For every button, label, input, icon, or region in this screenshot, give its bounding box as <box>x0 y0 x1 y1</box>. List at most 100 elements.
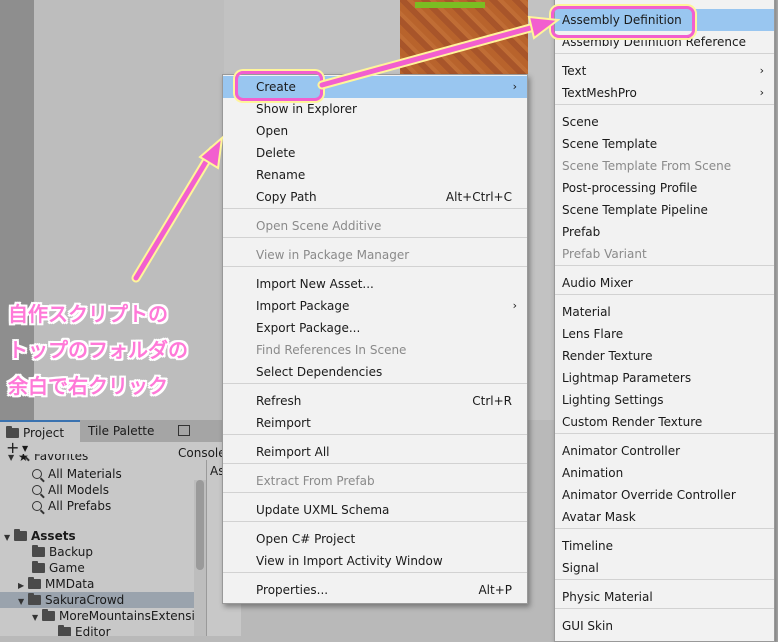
submenu-item-prefab-variant: Prefab Variant <box>555 243 774 265</box>
submenu-item-textmeshpro[interactable]: TextMeshPro › <box>555 82 774 104</box>
tab-tile-palette[interactable]: Tile Palette <box>82 420 172 442</box>
menu-item-open[interactable]: Open <box>223 120 527 142</box>
tree-scrollbar[interactable] <box>194 480 206 636</box>
menu-item-label: Render Texture <box>562 349 653 363</box>
favorite-item[interactable]: All Prefabs <box>32 498 111 514</box>
submenu-item-animator-controller[interactable]: Animator Controller <box>555 440 774 462</box>
menu-item-label: Custom Render Texture <box>562 415 703 429</box>
chevron-right-icon: › <box>759 64 764 77</box>
favorites-label: Favorites <box>34 454 89 463</box>
submenu-item-avatar-mask[interactable]: Avatar Mask <box>555 506 774 528</box>
submenu-item-custom-render-texture[interactable]: Custom Render Texture <box>555 411 774 433</box>
folder-row[interactable]: Game <box>32 560 85 576</box>
create-submenu: Assembly Definition Assembly Definition R… <box>554 0 775 642</box>
chevron-down-icon[interactable]: ▼ <box>4 530 14 546</box>
folder-row[interactable]: ▼ MoreMountainsExtensi <box>32 608 194 624</box>
folder-label: Editor <box>75 625 111 636</box>
menu-separator <box>223 383 527 384</box>
menu-item-import-new-asset[interactable]: Import New Asset... <box>223 273 527 295</box>
menu-item-label: Reimport <box>256 416 311 430</box>
console-icon <box>178 425 190 436</box>
menu-item-export-package[interactable]: Export Package... <box>223 317 527 339</box>
submenu-item-lightmap-parameters[interactable]: Lightmap Parameters <box>555 367 774 389</box>
favorites-row[interactable]: ▼ ★ Favorites <box>8 454 88 464</box>
menu-item-select-dependencies[interactable]: Select Dependencies <box>223 361 527 383</box>
folder-label: MoreMountainsExtensi <box>59 609 194 623</box>
folder-icon <box>58 625 71 636</box>
chevron-down-icon[interactable]: ▼ <box>22 444 28 453</box>
submenu-item-text[interactable]: Text › <box>555 60 774 82</box>
menu-separator <box>555 579 774 580</box>
submenu-item-scene-template-pipeline[interactable]: Scene Template Pipeline <box>555 199 774 221</box>
menu-item-view-in-import-activity-window[interactable]: View in Import Activity Window <box>223 550 527 572</box>
scene-health-bar <box>415 2 485 8</box>
tab-tile-palette-label: Tile Palette <box>88 424 155 438</box>
submenu-item-lens-flare[interactable]: Lens Flare <box>555 323 774 345</box>
menu-separator <box>223 237 527 238</box>
submenu-item-audio-mixer[interactable]: Audio Mixer <box>555 272 774 294</box>
menu-item-reimport[interactable]: Reimport <box>223 412 527 434</box>
menu-item-shortcut: Alt+Ctrl+C <box>445 190 512 204</box>
menu-item-properties[interactable]: Properties... Alt+P <box>223 579 527 601</box>
assembly-definition-highlight-box <box>551 6 695 38</box>
menu-item-label: Animator Controller <box>562 444 681 458</box>
submenu-item-animation[interactable]: Animation <box>555 462 774 484</box>
menu-item-label: Reimport All <box>256 445 330 459</box>
folder-row[interactable]: Editor <box>58 624 111 636</box>
folder-row[interactable]: Backup <box>32 544 93 560</box>
submenu-item-prefab[interactable]: Prefab <box>555 221 774 243</box>
menu-item-find-references-in-scene: Find References In Scene <box>223 339 527 361</box>
favorite-item[interactable]: All Materials <box>32 466 122 482</box>
menu-item-copy-path[interactable]: Copy Path Alt+Ctrl+C <box>223 186 527 208</box>
menu-item-update-uxml-schema[interactable]: Update UXML Schema <box>223 499 527 521</box>
scene-texture-preview <box>400 0 528 78</box>
submenu-item-gui-skin[interactable]: GUI Skin <box>555 615 774 637</box>
menu-item-label: Extract From Prefab <box>256 474 375 488</box>
menu-item-label: Post-processing Profile <box>562 181 698 195</box>
menu-separator <box>555 608 774 609</box>
menu-item-delete[interactable]: Delete <box>223 142 527 164</box>
submenu-item-post-processing-profile[interactable]: Post-processing Profile <box>555 177 774 199</box>
menu-item-import-package[interactable]: Import Package › <box>223 295 527 317</box>
menu-item-label: Rename <box>256 168 306 182</box>
folder-row[interactable]: ▶ MMData <box>18 576 94 592</box>
menu-item-rename[interactable]: Rename <box>223 164 527 186</box>
tree-scrollbar-thumb[interactable] <box>196 480 204 570</box>
menu-item-view-in-package-manager: View in Package Manager <box>223 244 527 266</box>
folder-label: Game <box>49 561 85 575</box>
chevron-down-icon[interactable]: ▼ <box>8 454 18 466</box>
submenu-item-animator-override-controller[interactable]: Animator Override Controller <box>555 484 774 506</box>
favorite-item-label: All Prefabs <box>48 499 112 513</box>
menu-item-open-scene-additive: Open Scene Additive <box>223 215 527 237</box>
assets-root-row[interactable]: ▼ Assets <box>4 528 76 544</box>
submenu-item-timeline[interactable]: Timeline <box>555 535 774 557</box>
menu-item-refresh[interactable]: Refresh Ctrl+R <box>223 390 527 412</box>
menu-item-show-in-explorer[interactable]: Show in Explorer <box>223 98 527 120</box>
submenu-item-scene[interactable]: Scene <box>555 111 774 133</box>
chevron-down-icon[interactable]: ▼ <box>18 594 28 610</box>
search-icon <box>32 501 42 511</box>
favorite-item[interactable]: All Models <box>32 482 109 498</box>
annotation-line: 余白で右クリック <box>8 374 168 398</box>
menu-separator <box>223 463 527 464</box>
menu-item-reimport-all[interactable]: Reimport All <box>223 441 527 463</box>
submenu-item-signal[interactable]: Signal <box>555 557 774 579</box>
submenu-item-render-texture[interactable]: Render Texture <box>555 345 774 367</box>
menu-item-label: Delete <box>256 146 296 160</box>
favorite-item-label: All Materials <box>48 467 122 481</box>
chevron-down-icon[interactable]: ▼ <box>32 610 42 626</box>
submenu-item-physic-material[interactable]: Physic Material <box>555 586 774 608</box>
menu-separator <box>223 208 527 209</box>
create-highlight-box <box>235 71 323 101</box>
folder-row-selected[interactable]: ▼ SakuraCrowd <box>0 592 194 608</box>
menu-item-open-c-project[interactable]: Open C# Project <box>223 528 527 550</box>
folder-icon <box>28 577 41 589</box>
menu-item-label: Audio Mixer <box>562 276 633 290</box>
folder-label: MMData <box>45 577 95 591</box>
submenu-item-material[interactable]: Material <box>555 301 774 323</box>
submenu-item-scene-template[interactable]: Scene Template <box>555 133 774 155</box>
submenu-item-lighting-settings[interactable]: Lighting Settings <box>555 389 774 411</box>
menu-item-label: Signal <box>562 561 599 575</box>
menu-item-label: Prefab <box>562 225 601 239</box>
menu-item-shortcut: Alt+P <box>478 583 512 597</box>
